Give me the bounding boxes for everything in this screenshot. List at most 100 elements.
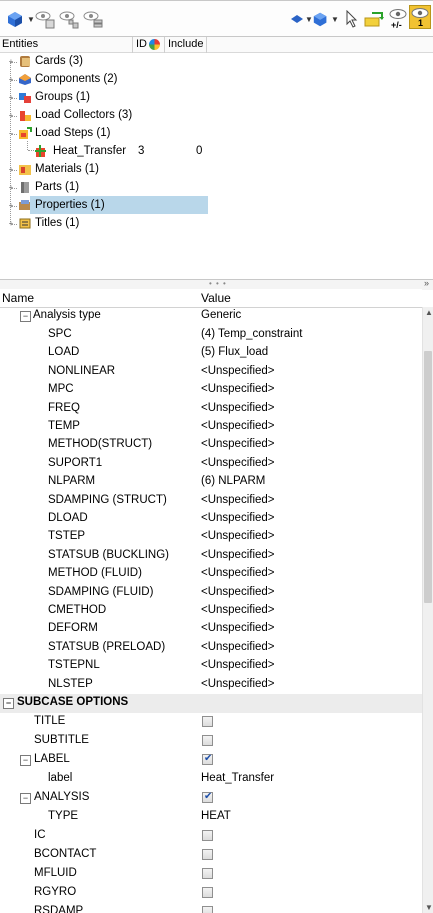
tree-item-include: 0 — [196, 145, 203, 157]
property-row-nlparm[interactable]: NLPARM (6) NLPARM — [0, 473, 422, 492]
property-row-subtitle[interactable]: SUBTITLE — [0, 732, 422, 751]
subcase-options-header[interactable]: − SUBCASE OPTIONS — [0, 694, 422, 713]
id-column-label[interactable]: ID — [136, 38, 147, 50]
property-row-freq[interactable]: FREQ <Unspecified> — [0, 400, 422, 419]
property-row-sdamping-struct[interactable]: SDAMPING (STRUCT) <Unspecified> — [0, 492, 422, 511]
property-row-tstepnl[interactable]: TSTEPNL <Unspecified> — [0, 657, 422, 676]
property-value[interactable]: <Unspecified> — [201, 494, 275, 506]
scroll-down-icon[interactable]: ▼ — [425, 903, 433, 912]
property-value[interactable]: <Unspecified> — [201, 530, 275, 542]
collapse-icon[interactable]: − — [20, 755, 31, 766]
isolate-plus-minus-button[interactable]: +/- — [387, 9, 409, 30]
scroll-up-icon[interactable]: ▲ — [425, 308, 433, 317]
property-value[interactable]: <Unspecified> — [201, 622, 275, 634]
property-value[interactable]: <Unspecified> — [201, 604, 275, 616]
collapse-chevron-icon[interactable]: » — [424, 278, 429, 288]
property-row-nlstep[interactable]: NLSTEP <Unspecified> — [0, 676, 422, 695]
vertical-scrollbar[interactable]: ▲ ▼ — [422, 307, 433, 913]
property-row-label[interactable]: − LABEL — [0, 751, 422, 770]
tree-item-properties[interactable]: + Properties (1) — [0, 197, 433, 215]
rgyro-checkbox[interactable] — [202, 887, 213, 898]
display-mode-button[interactable]: ▼ — [290, 9, 313, 29]
property-row-statsub-preload[interactable]: STATSUB (PRELOAD) <Unspecified> — [0, 639, 422, 658]
property-row-cmethod[interactable]: CMETHOD <Unspecified> — [0, 602, 422, 621]
isolate-only-button[interactable]: 1 — [409, 5, 431, 29]
property-value[interactable]: <Unspecified> — [201, 365, 275, 377]
show-config-button[interactable] — [82, 9, 104, 29]
bcontact-checkbox[interactable] — [202, 849, 213, 860]
mfluid-checkbox[interactable] — [202, 868, 213, 879]
show-elements-button[interactable] — [34, 9, 56, 29]
entity-selector-button[interactable]: ▼ — [6, 9, 35, 29]
property-value[interactable]: <Unspecified> — [201, 402, 275, 414]
property-row-method-struct[interactable]: METHOD(STRUCT) <Unspecified> — [0, 436, 422, 455]
tree-item-parts[interactable]: + Parts (1) — [0, 179, 433, 197]
property-row-label-value[interactable]: label Heat_Transfer — [0, 770, 422, 789]
property-row-temp[interactable]: TEMP <Unspecified> — [0, 418, 422, 437]
property-row-title[interactable]: TITLE — [0, 713, 422, 732]
property-value[interactable]: <Unspecified> — [201, 549, 275, 561]
collapse-icon[interactable]: − — [3, 698, 14, 709]
title-checkbox[interactable] — [202, 716, 213, 727]
export-button[interactable] — [364, 9, 384, 29]
value-column-label[interactable]: Value — [201, 291, 231, 305]
property-row-load[interactable]: LOAD (5) Flux_load — [0, 344, 422, 363]
rsdamp-checkbox[interactable] — [202, 906, 213, 913]
label-checkbox[interactable] — [202, 753, 213, 765]
property-row-rsdamp[interactable]: RSDAMP — [0, 903, 422, 913]
tree-item-components[interactable]: + Components (2) — [0, 71, 433, 89]
tree-item-load-steps[interactable]: − Load Steps (1) — [0, 125, 433, 143]
property-value[interactable]: <Unspecified> — [201, 383, 275, 395]
property-value[interactable]: (4) Temp_constraint — [201, 328, 302, 340]
property-row-tstep[interactable]: TSTEP <Unspecified> — [0, 528, 422, 547]
scrollbar-thumb[interactable] — [424, 351, 432, 603]
tree-item-titles[interactable]: + Titles (1) — [0, 215, 433, 233]
property-row-statsub-buckling[interactable]: STATSUB (BUCKLING) <Unspecified> — [0, 547, 422, 566]
property-row-bcontact[interactable]: BCONTACT — [0, 846, 422, 865]
property-row-dload[interactable]: DLOAD <Unspecified> — [0, 510, 422, 529]
property-row-mfluid[interactable]: MFLUID — [0, 865, 422, 884]
tree-item-groups[interactable]: + Groups (1) — [0, 89, 433, 107]
property-row-sdamping-fluid[interactable]: SDAMPING (FLUID) <Unspecified> — [0, 584, 422, 603]
property-row-method-fluid[interactable]: METHOD (FLUID) <Unspecified> — [0, 565, 422, 584]
property-row-analysis-type[interactable]: − Analysis type Generic — [0, 307, 422, 326]
property-value[interactable]: <Unspecified> — [201, 641, 275, 653]
entity-display-button[interactable]: ▼ — [312, 9, 339, 29]
tree-item-load-collectors[interactable]: + Load Collectors (3) — [0, 107, 433, 125]
property-value[interactable]: <Unspecified> — [201, 567, 275, 579]
property-value[interactable]: <Unspecified> — [201, 586, 275, 598]
property-row-nonlinear[interactable]: NONLINEAR <Unspecified> — [0, 363, 422, 382]
property-row-deform[interactable]: DEFORM <Unspecified> — [0, 620, 422, 639]
property-value[interactable]: <Unspecified> — [201, 420, 275, 432]
property-value[interactable]: <Unspecified> — [201, 678, 275, 690]
property-value[interactable]: (6) NLPARM — [201, 475, 265, 487]
components-icon — [19, 74, 31, 85]
property-value[interactable]: <Unspecified> — [201, 659, 275, 671]
include-column-label[interactable]: Include — [168, 38, 203, 50]
tree-item-cards[interactable]: + Cards (3) — [0, 53, 433, 71]
property-row-suport1[interactable]: SUPORT1 <Unspecified> — [0, 455, 422, 474]
property-row-rgyro[interactable]: RGYRO — [0, 884, 422, 903]
property-row-analysis-type-value[interactable]: TYPE HEAT — [0, 808, 422, 827]
show-by-id-button[interactable] — [58, 9, 80, 29]
property-row-spc[interactable]: SPC (4) Temp_constraint — [0, 326, 422, 345]
color-column-icon[interactable] — [149, 39, 160, 50]
property-value[interactable]: <Unspecified> — [201, 457, 275, 469]
analysis-checkbox[interactable] — [202, 791, 213, 803]
subtitle-checkbox[interactable] — [202, 735, 213, 746]
property-row-ic[interactable]: IC — [0, 827, 422, 846]
property-value[interactable]: <Unspecified> — [201, 438, 275, 450]
tree-item-heat-transfer[interactable]: Heat_Transfer 3 0 — [0, 143, 433, 161]
collapse-icon[interactable]: − — [20, 793, 31, 804]
property-row-mpc[interactable]: MPC <Unspecified> — [0, 381, 422, 400]
collapse-icon[interactable]: − — [20, 311, 31, 322]
entities-column-label[interactable]: Entities — [2, 38, 38, 50]
ic-checkbox[interactable] — [202, 830, 213, 841]
tree-item-materials[interactable]: + Materials (1) — [0, 161, 433, 179]
name-column-label[interactable]: Name — [2, 291, 34, 305]
select-cursor-button[interactable] — [346, 9, 358, 29]
property-value[interactable]: (5) Flux_load — [201, 346, 268, 358]
property-name: NONLINEAR — [48, 364, 116, 377]
property-value[interactable]: <Unspecified> — [201, 512, 275, 524]
property-row-analysis[interactable]: − ANALYSIS — [0, 789, 422, 808]
